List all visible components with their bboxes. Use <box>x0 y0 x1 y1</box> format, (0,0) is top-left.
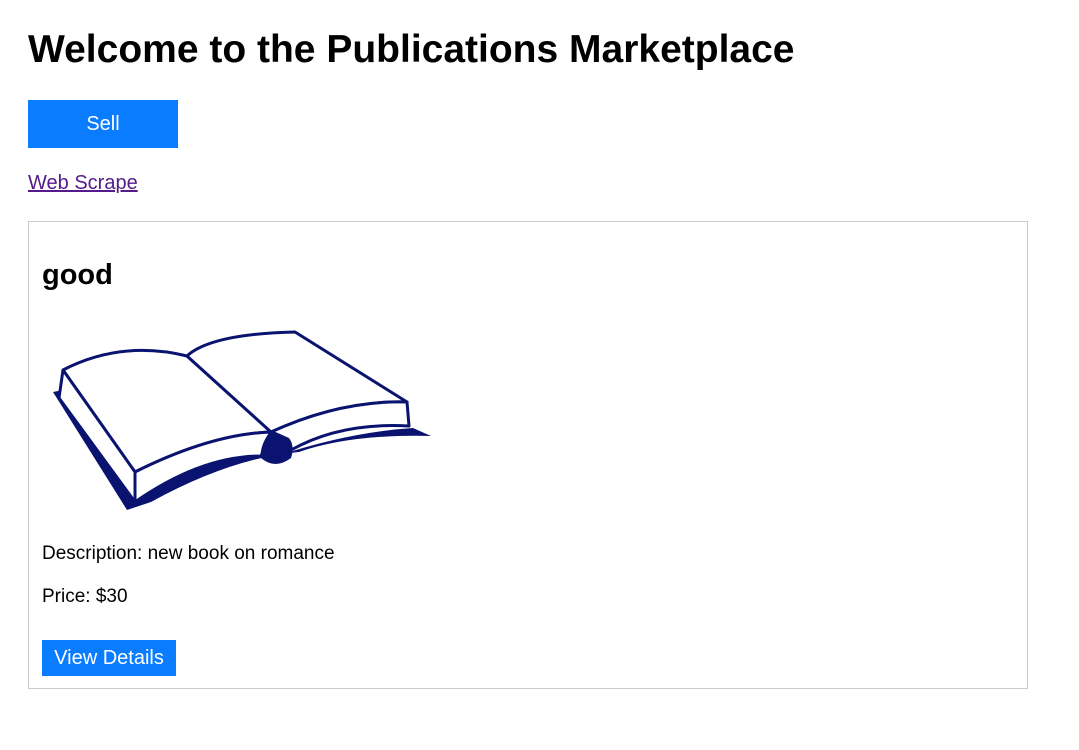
publication-price: Price: $30 <box>42 585 128 609</box>
open-book-icon <box>53 330 431 510</box>
price-value: $30 <box>95 586 128 607</box>
marketplace-page: Welcome to the Publications Marketplace … <box>0 0 1079 750</box>
sell-button[interactable]: Sell <box>28 100 178 148</box>
publication-title: good <box>42 259 113 291</box>
page-title: Welcome to the Publications Marketplace <box>28 28 795 71</box>
description-value: new book on romance <box>147 543 335 564</box>
publication-description: Description: new book on romance <box>42 542 335 566</box>
publication-card: good Description: new book on romance Pr… <box>28 221 1028 689</box>
description-label: Description: <box>42 543 143 564</box>
price-label: Price: <box>42 586 91 607</box>
web-scrape-link[interactable]: Web Scrape <box>28 171 138 195</box>
view-details-button[interactable]: View Details <box>42 640 176 676</box>
